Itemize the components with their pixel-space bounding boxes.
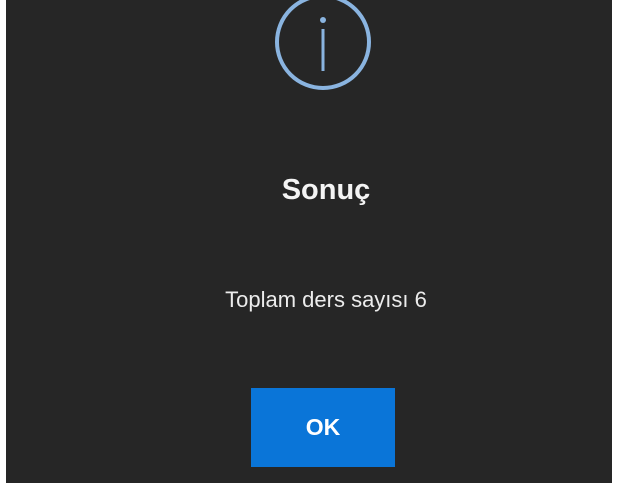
dialog-message: Toplam ders sayısı 6 [225,287,427,312]
ok-button[interactable]: OK [251,388,395,467]
dialog-title: Sonuç [281,174,371,206]
info-icon [275,0,371,90]
message-dialog: Sonuç Toplam ders sayısı 6 OK [6,0,612,483]
